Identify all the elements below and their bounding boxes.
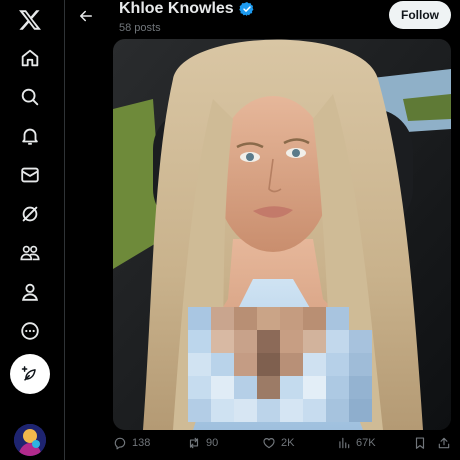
compose-button[interactable]	[10, 354, 50, 394]
views-count: 67K	[356, 437, 376, 449]
more-icon[interactable]	[8, 311, 52, 351]
repost-button[interactable]: 90	[187, 436, 218, 450]
repost-icon	[189, 437, 199, 449]
heart-icon	[263, 438, 275, 449]
verified-badge-icon	[238, 1, 255, 17]
like-button[interactable]: 2K	[262, 436, 294, 450]
profile-name: Khloe Knowles	[119, 0, 234, 17]
views-button[interactable]: 67K	[337, 436, 376, 450]
share-button[interactable]	[437, 436, 451, 450]
communities-icon[interactable]	[8, 233, 52, 273]
bookmark-button[interactable]	[413, 436, 427, 450]
x-logo-icon[interactable]	[8, 0, 52, 40]
like-count: 2K	[281, 437, 295, 449]
repost-count: 90	[206, 437, 219, 449]
back-button[interactable]	[72, 2, 100, 30]
share-icon	[438, 437, 450, 449]
follow-button[interactable]: Follow	[389, 1, 451, 29]
profile-icon[interactable]	[8, 272, 52, 312]
messages-icon[interactable]	[8, 155, 52, 195]
bookmark-icon	[415, 437, 425, 449]
reply-icon	[114, 437, 126, 450]
post-action-bar: 138 90 2K 67K	[0, 436, 460, 458]
profile-name-row: Khloe Knowles	[119, 0, 255, 18]
post-count: 58 posts	[119, 22, 161, 34]
home-icon[interactable]	[8, 38, 52, 78]
compose-post-icon	[21, 366, 36, 381]
post-media-image[interactable]	[113, 39, 451, 430]
views-chart-icon	[339, 437, 350, 449]
grok-icon[interactable]	[8, 194, 52, 234]
left-nav	[0, 0, 60, 460]
column-divider	[64, 0, 65, 460]
reply-count: 138	[132, 437, 151, 449]
arrow-left-icon	[80, 10, 92, 22]
search-icon[interactable]	[8, 77, 52, 117]
notifications-icon[interactable]	[8, 116, 52, 156]
reply-button[interactable]: 138	[113, 436, 150, 450]
